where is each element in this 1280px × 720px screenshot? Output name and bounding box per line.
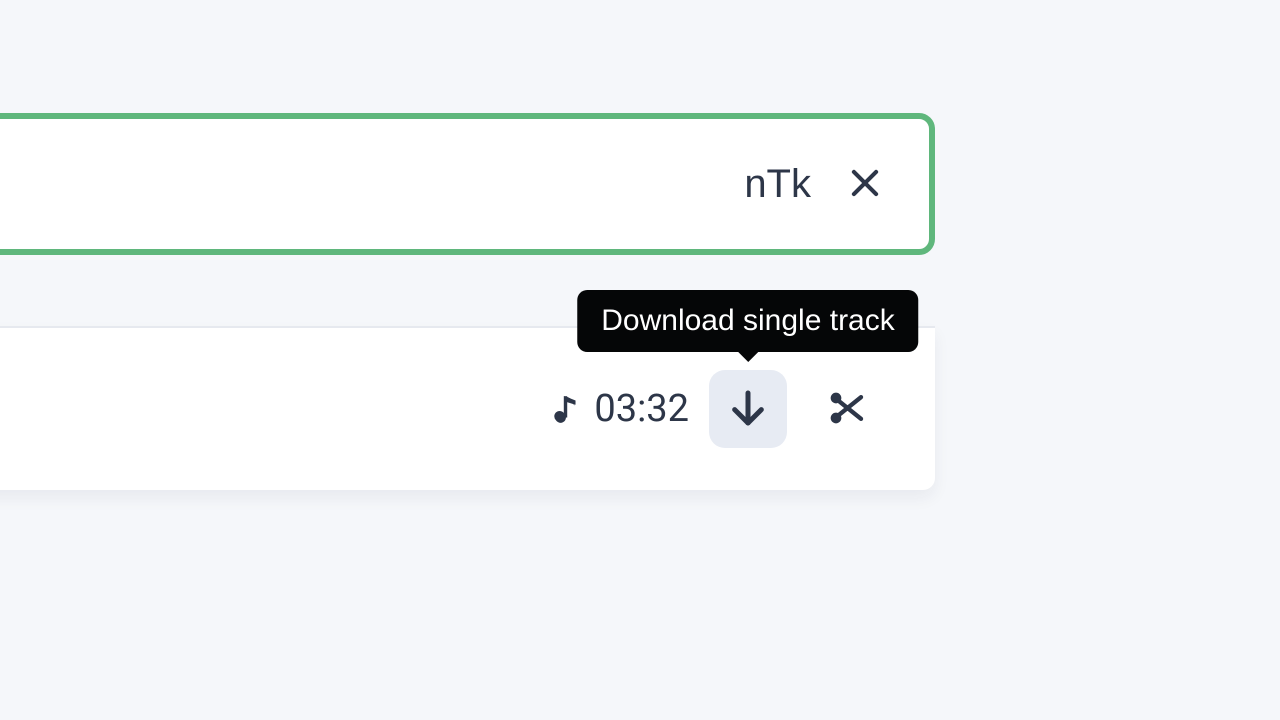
track-duration: 03:32 bbox=[554, 387, 689, 431]
duration-text: 03:32 bbox=[594, 387, 689, 431]
close-icon bbox=[846, 164, 884, 205]
url-input[interactable] bbox=[0, 162, 841, 207]
download-track-button[interactable]: Download single track bbox=[709, 370, 787, 448]
clear-input-button[interactable] bbox=[841, 160, 889, 208]
scissors-icon bbox=[826, 388, 866, 431]
track-result-card: 03:32 Download single track bbox=[0, 326, 935, 490]
music-note-icon bbox=[554, 393, 580, 425]
tooltip-text: Download single track bbox=[601, 304, 894, 337]
arrow-down-icon bbox=[728, 388, 768, 431]
url-input-container bbox=[0, 113, 935, 255]
cut-track-button[interactable] bbox=[807, 370, 885, 448]
download-tooltip: Download single track bbox=[577, 290, 918, 352]
